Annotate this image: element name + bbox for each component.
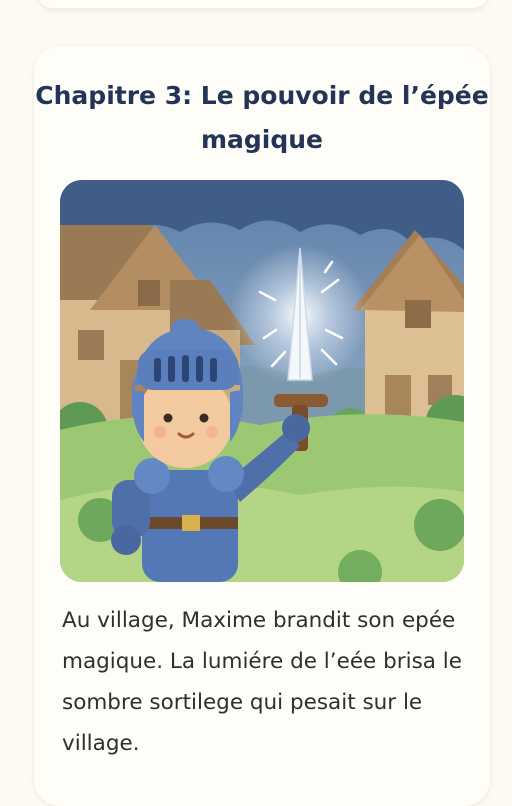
story-paragraph: Au village, Maxime brandit son epée magi…	[62, 608, 462, 756]
chapter-title: Chapitre 3: Le pouvoir de l’épée magique	[35, 81, 489, 154]
previous-chapter-card	[38, 0, 488, 8]
chapter-illustration	[60, 180, 464, 582]
knight-with-glowing-sword-icon	[60, 180, 464, 582]
